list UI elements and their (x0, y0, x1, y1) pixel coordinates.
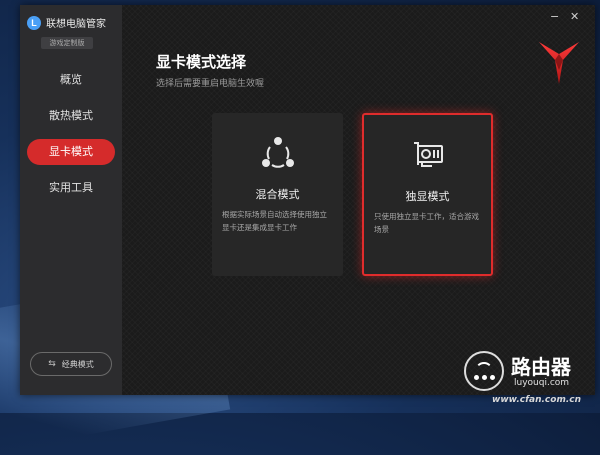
classic-mode-button[interactable]: ⇆ 经典模式 (30, 352, 112, 376)
mixed-mode-description: 根据实际场景自动选择使用独立显卡还是集成显卡工作 (222, 210, 327, 232)
classic-mode-label: 经典模式 (61, 359, 94, 369)
share-nodes-icon (261, 137, 294, 168)
brand: L 联想电脑管家 (27, 15, 106, 30)
mixed-mode-card[interactable]: 混合模式 根据实际场景自动选择使用独立显卡还是集成显卡工作 (212, 113, 343, 276)
app-window: L 联想电脑管家 游戏定制版 概览 散热模式 显卡模式 实用工具 ⇆ 经典模式 … (20, 5, 595, 395)
main-panel: − ✕ 显卡模式选择 选择后需要重启电脑生效喔 混合模式 根据实际场景自动选择使… (122, 5, 595, 395)
watermark-site: www.cfan.com.cn (492, 395, 581, 405)
sidebar-item-overview[interactable]: 概览 (27, 67, 115, 93)
router-logo-icon (464, 351, 504, 391)
sidebar-item-cooling[interactable]: 散热模式 (27, 103, 115, 129)
page-subtitle: 选择后需要重启电脑生效喔 (156, 79, 265, 89)
legion-logo-icon (539, 42, 579, 84)
app-title: 联想电脑管家 (46, 19, 106, 30)
sidebar: L 联想电脑管家 游戏定制版 概览 散热模式 显卡模式 实用工具 ⇆ 经典模式 (20, 5, 122, 395)
swap-icon: ⇆ (48, 359, 56, 369)
sidebar-item-gpu-mode[interactable]: 显卡模式 (27, 139, 115, 165)
watermark: 路由器 luyouqi.com www.cfan.com.cn (464, 347, 594, 409)
discrete-mode-title: 独显模式 (405, 190, 450, 203)
discrete-mode-description: 只使用独立显卡工作，适合游戏场景 (374, 212, 479, 234)
watermark-domain: luyouqi.com (514, 378, 570, 388)
watermark-name: 路由器 (511, 355, 571, 379)
sidebar-nav: 概览 散热模式 显卡模式 实用工具 (27, 67, 115, 211)
page-title: 显卡模式选择 (156, 53, 247, 71)
graphics-card-icon (413, 142, 443, 167)
discrete-mode-card[interactable]: 独显模式 只使用独立显卡工作，适合游戏场景 (362, 113, 493, 276)
close-button[interactable]: ✕ (570, 11, 579, 23)
lenovo-logo-icon: L (27, 15, 41, 30)
edition-badge: 游戏定制版 (41, 37, 93, 49)
mixed-mode-title: 混合模式 (255, 188, 300, 201)
minimize-button[interactable]: − (550, 11, 559, 23)
sidebar-item-tools[interactable]: 实用工具 (27, 175, 115, 201)
